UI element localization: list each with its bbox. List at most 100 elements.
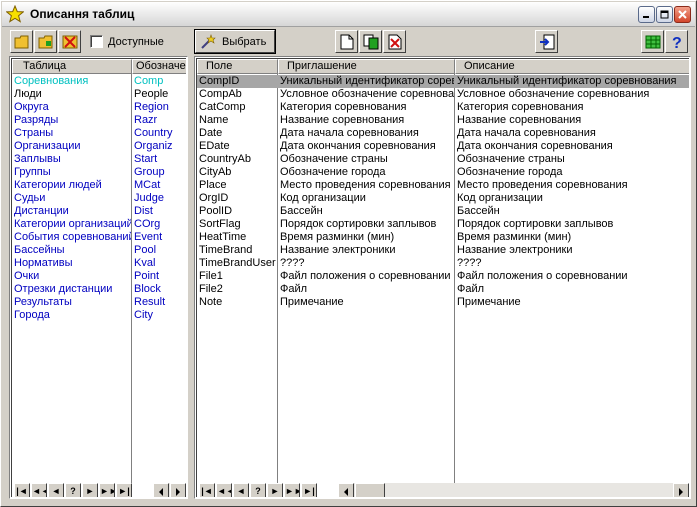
table-name-cell: Округа <box>14 101 49 113</box>
help-icon: ? <box>672 35 682 50</box>
table-row[interactable]: События соревнований Event <box>12 231 186 244</box>
column-header-field[interactable]: Поле <box>197 59 278 74</box>
table-row[interactable]: Люди People <box>12 88 186 101</box>
table-row[interactable]: Страны Country <box>12 127 186 140</box>
table-row[interactable]: Заплывы Start <box>12 153 186 166</box>
table-row[interactable]: Категории людей MCat <box>12 179 186 192</box>
scroll-left-button[interactable] <box>153 483 169 497</box>
scroll-right-button[interactable] <box>170 483 186 497</box>
field-row[interactable]: TimeBrandUser???????? <box>197 257 689 270</box>
field-row[interactable]: SortFlag Порядок сортировки заплывов Поряд… <box>197 218 689 231</box>
field-row[interactable]: PoolID Бассейн Бассейн <box>197 205 689 218</box>
nav-last-button[interactable]: ►| <box>301 483 317 497</box>
available-checkbox[interactable] <box>90 35 103 48</box>
maximize-button[interactable] <box>656 6 673 23</box>
table-row[interactable]: Категории организаций COrg <box>12 218 186 231</box>
table-name-cell: Категории организаций <box>14 218 131 230</box>
field-prompt-cell: Обозначение города <box>280 166 386 178</box>
nav-prior-button[interactable]: ◄ <box>48 483 64 497</box>
column-header-code[interactable]: Обозначе <box>132 59 186 74</box>
table-row[interactable]: Результаты Result <box>12 296 186 309</box>
scroll-right-button[interactable] <box>673 483 689 497</box>
minimize-button[interactable] <box>638 6 655 23</box>
left-horizontal-scrollbar[interactable] <box>153 483 186 497</box>
table-row[interactable]: Нормативы Kval <box>12 257 186 270</box>
field-row[interactable]: CountryAb Обозначение страны Обозначение с… <box>197 153 689 166</box>
field-row[interactable]: Place Место проведения соревнования Место … <box>197 179 689 192</box>
field-row[interactable]: File1 Файл положения о соревновании Файл п… <box>197 270 689 283</box>
grid-button[interactable] <box>641 30 664 53</box>
table-code-cell: MCat <box>134 179 161 191</box>
scroll-thumb[interactable] <box>355 483 385 497</box>
select-wand-icon <box>201 33 216 49</box>
field-name-cell: TimeBrandUser <box>199 257 276 269</box>
column-header-table[interactable]: Таблица <box>12 59 132 74</box>
field-name-cell: EDate <box>199 140 230 152</box>
field-row[interactable]: OrgID Код организации Код организации <box>197 192 689 205</box>
nav-next-page-button[interactable]: ►► <box>284 483 300 497</box>
delete-table-button[interactable] <box>58 30 81 53</box>
table-code-cell: COrg <box>134 218 161 230</box>
copy-record-button[interactable] <box>359 30 382 53</box>
nav-prior-button[interactable]: ◄ <box>233 483 249 497</box>
right-horizontal-scrollbar[interactable] <box>338 483 689 497</box>
column-header-description[interactable]: Описание <box>455 59 689 74</box>
scroll-left-icon <box>344 487 348 496</box>
table-row[interactable]: Группы Group <box>12 166 186 179</box>
table-row[interactable]: Разряды Razr <box>12 114 186 127</box>
add-table-button[interactable] <box>34 30 57 53</box>
field-row[interactable]: File2 Файл Файл <box>197 283 689 296</box>
nav-next-button[interactable]: ► <box>82 483 98 497</box>
close-button[interactable] <box>674 6 691 23</box>
field-row[interactable]: CatComp Категория соревнования Категория с… <box>197 101 689 114</box>
new-doc-icon <box>340 34 353 49</box>
nav-next-page-button[interactable]: ►► <box>99 483 115 497</box>
available-toggle[interactable]: Доступные <box>90 35 164 48</box>
nav-help-button[interactable]: ? <box>250 483 266 497</box>
table-row[interactable]: Очки Point <box>12 270 186 283</box>
field-row[interactable]: TimeBrand Название электроники Название эл… <box>197 244 689 257</box>
table-row[interactable]: Округа Region <box>12 101 186 114</box>
field-row[interactable]: CityAb Обозначение города Обозначение горо… <box>197 166 689 179</box>
title-bar[interactable]: Описання таблиц <box>2 2 695 27</box>
table-row[interactable]: Города City <box>12 309 186 322</box>
scroll-left-button[interactable] <box>338 483 354 497</box>
table-name-cell: Нормативы <box>14 257 73 269</box>
field-row[interactable]: EDate Дата окончания соревнования Дата око… <box>197 140 689 153</box>
field-row[interactable]: HeatTime Время разминки (мин) Время размин… <box>197 231 689 244</box>
delete-record-button[interactable] <box>383 30 406 53</box>
nav-prior-page-button[interactable]: ◄◄ <box>216 483 232 497</box>
nav-next-button[interactable]: ► <box>267 483 283 497</box>
field-prompt-cell: Уникальный идентификатор соревнования <box>280 75 454 87</box>
open-table-button[interactable] <box>10 30 33 53</box>
nav-first-button[interactable]: |◄ <box>199 483 215 497</box>
field-description-cell: Порядок сортировки заплывов <box>457 218 614 230</box>
table-name-cell: Категории людей <box>14 179 102 191</box>
field-row[interactable]: Date Дата начала соревнования Дата начала … <box>197 127 689 140</box>
table-row[interactable]: Соревнования Comp <box>12 75 186 88</box>
field-row[interactable]: CompAb Условное обозначение соревнования У… <box>197 88 689 101</box>
field-name-cell: CompAb <box>199 88 242 100</box>
nav-help-button[interactable]: ? <box>65 483 81 497</box>
new-record-button[interactable] <box>335 30 358 53</box>
nav-prior-page-button[interactable]: ◄◄ <box>31 483 47 497</box>
column-header-prompt[interactable]: Приглашение <box>278 59 455 74</box>
table-row[interactable]: Дистанции Dist <box>12 205 186 218</box>
table-row[interactable]: Организации Organiz <box>12 140 186 153</box>
field-description-cell: Место проведения соревнования <box>457 179 628 191</box>
field-prompt-cell: Дата окончания соревнования <box>280 140 436 152</box>
table-name-cell: Бассейны <box>14 244 65 256</box>
field-row[interactable]: Name Название соревнования Название соревн… <box>197 114 689 127</box>
field-row[interactable]: CompID Уникальный идентификатор соревнова… <box>197 75 689 88</box>
field-row[interactable]: Note Примечание Примечание <box>197 296 689 309</box>
nav-first-button[interactable]: |◄ <box>14 483 30 497</box>
scroll-right-icon <box>679 487 683 496</box>
table-row[interactable]: Отрезки дистанции Block <box>12 283 186 296</box>
table-row[interactable]: Бассейны Pool <box>12 244 186 257</box>
help-button[interactable]: ? <box>665 30 688 53</box>
table-row[interactable]: Судьи Judge <box>12 192 186 205</box>
field-prompt-cell: Дата начала соревнования <box>280 127 419 139</box>
select-button[interactable]: Выбрать <box>194 29 276 54</box>
export-button[interactable] <box>535 30 558 53</box>
nav-last-button[interactable]: ►| <box>116 483 132 497</box>
